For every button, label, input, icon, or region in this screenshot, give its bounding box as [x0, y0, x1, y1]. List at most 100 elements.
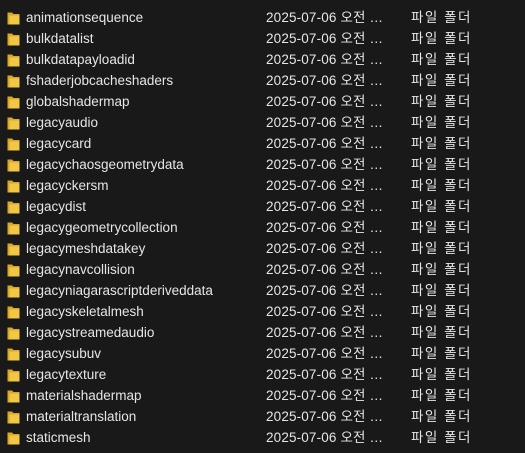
list-item[interactable]: bulkdatapayloadid 2025-07-06 오전 … 파일 폴더 [0, 49, 525, 70]
date-modified: 2025-07-06 오전 … [266, 136, 384, 151]
date-modified: 2025-07-06 오전 … [266, 283, 384, 298]
date-modified: 2025-07-06 오전 … [266, 94, 384, 109]
file-name: legacytexture [26, 367, 107, 382]
folder-icon [7, 96, 20, 109]
file-type: 파일 폴더 [411, 94, 472, 109]
file-name: legacychaosgeometrydata [26, 157, 184, 172]
date-modified: 2025-07-06 오전 … [266, 388, 384, 403]
folder-icon [7, 222, 20, 235]
list-item[interactable]: legacymeshdatakey 2025-07-06 오전 … 파일 폴더 [0, 238, 525, 259]
list-item[interactable]: bulkdatalist 2025-07-06 오전 … 파일 폴더 [0, 28, 525, 49]
file-name: legacygeometrycollection [26, 220, 178, 235]
list-item[interactable]: animationsequence 2025-07-06 오전 … 파일 폴더 [0, 7, 525, 28]
file-name: legacyaudio [26, 115, 99, 130]
file-type: 파일 폴더 [411, 31, 472, 46]
date-modified: 2025-07-06 오전 … [266, 220, 384, 235]
folder-icon [7, 306, 20, 319]
list-item[interactable]: globalshadermap 2025-07-06 오전 … 파일 폴더 [0, 91, 525, 112]
list-item[interactable]: legacycard 2025-07-06 오전 … 파일 폴더 [0, 133, 525, 154]
file-name: legacymeshdatakey [26, 241, 146, 256]
folder-icon [7, 411, 20, 424]
file-name: legacynavcollision [26, 262, 135, 277]
file-name: materialtranslation [26, 409, 137, 424]
list-item[interactable]: legacynavcollision 2025-07-06 오전 … 파일 폴더 [0, 259, 525, 280]
folder-icon [7, 180, 20, 193]
date-modified: 2025-07-06 오전 … [266, 31, 384, 46]
file-type: 파일 폴더 [411, 157, 472, 172]
date-modified: 2025-07-06 오전 … [266, 409, 384, 424]
date-modified: 2025-07-06 오전 … [266, 157, 384, 172]
file-name: legacystreamedaudio [26, 325, 155, 340]
date-modified: 2025-07-06 오전 … [266, 346, 384, 361]
folder-icon [7, 201, 20, 214]
folder-icon [7, 54, 20, 67]
file-type: 파일 폴더 [411, 304, 472, 319]
file-type: 파일 폴더 [411, 199, 472, 214]
date-modified: 2025-07-06 오전 … [266, 367, 384, 382]
file-name: staticmesh [26, 430, 91, 445]
file-list: animationsequence 2025-07-06 오전 … 파일 폴더 … [0, 7, 525, 448]
list-item[interactable]: legacyaudio 2025-07-06 오전 … 파일 폴더 [0, 112, 525, 133]
folder-icon [7, 12, 20, 25]
file-name: legacycard [26, 136, 92, 151]
file-type: 파일 폴더 [411, 367, 472, 382]
date-modified: 2025-07-06 오전 … [266, 10, 384, 25]
list-item[interactable]: legacydist 2025-07-06 오전 … 파일 폴더 [0, 196, 525, 217]
date-modified: 2025-07-06 오전 … [266, 304, 384, 319]
list-item[interactable]: materialshadermap 2025-07-06 오전 … 파일 폴더 [0, 385, 525, 406]
list-item[interactable]: legacychaosgeometrydata 2025-07-06 오전 … … [0, 154, 525, 175]
file-type: 파일 폴더 [411, 262, 472, 277]
date-modified: 2025-07-06 오전 … [266, 115, 384, 130]
list-item[interactable]: fshaderjobcacheshaders 2025-07-06 오전 … 파… [0, 70, 525, 91]
folder-icon [7, 432, 20, 445]
list-item[interactable]: legacysubuv 2025-07-06 오전 … 파일 폴더 [0, 343, 525, 364]
file-type: 파일 폴더 [411, 178, 472, 193]
file-name: animationsequence [26, 10, 144, 25]
file-type: 파일 폴더 [411, 283, 472, 298]
file-name: legacysubuv [26, 346, 102, 361]
folder-icon [7, 327, 20, 340]
file-type: 파일 폴더 [411, 409, 472, 424]
date-modified: 2025-07-06 오전 … [266, 73, 384, 88]
date-modified: 2025-07-06 오전 … [266, 430, 384, 445]
file-type: 파일 폴더 [411, 73, 472, 88]
file-name: materialshadermap [26, 388, 142, 403]
list-item[interactable]: legacyckersm 2025-07-06 오전 … 파일 폴더 [0, 175, 525, 196]
file-type: 파일 폴더 [411, 346, 472, 361]
date-modified: 2025-07-06 오전 … [266, 241, 384, 256]
file-type: 파일 폴더 [411, 52, 472, 67]
file-name: globalshadermap [26, 94, 130, 109]
file-type: 파일 폴더 [411, 10, 472, 25]
file-type: 파일 폴더 [411, 115, 472, 130]
file-name: bulkdatalist [26, 31, 94, 46]
folder-icon [7, 159, 20, 172]
file-type: 파일 폴더 [411, 388, 472, 403]
list-item[interactable]: legacystreamedaudio 2025-07-06 오전 … 파일 폴… [0, 322, 525, 343]
list-item[interactable]: legacyskeletalmesh 2025-07-06 오전 … 파일 폴더 [0, 301, 525, 322]
date-modified: 2025-07-06 오전 … [266, 199, 384, 214]
list-item[interactable]: legacygeometrycollection 2025-07-06 오전 …… [0, 217, 525, 238]
folder-icon [7, 117, 20, 130]
list-item[interactable]: legacytexture 2025-07-06 오전 … 파일 폴더 [0, 364, 525, 385]
file-type: 파일 폴더 [411, 136, 472, 151]
folder-icon [7, 285, 20, 298]
file-name: legacyckersm [26, 178, 109, 193]
folder-icon [7, 75, 20, 88]
folder-icon [7, 33, 20, 46]
list-item[interactable]: legacyniagarascriptderiveddata 2025-07-0… [0, 280, 525, 301]
folder-icon [7, 369, 20, 382]
file-type: 파일 폴더 [411, 220, 472, 235]
file-type: 파일 폴더 [411, 325, 472, 340]
list-item[interactable]: staticmesh 2025-07-06 오전 … 파일 폴더 [0, 427, 525, 448]
date-modified: 2025-07-06 오전 … [266, 178, 384, 193]
list-item[interactable]: materialtranslation 2025-07-06 오전 … 파일 폴… [0, 406, 525, 427]
file-type: 파일 폴더 [411, 241, 472, 256]
file-name: fshaderjobcacheshaders [26, 73, 174, 88]
date-modified: 2025-07-06 오전 … [266, 262, 384, 277]
date-modified: 2025-07-06 오전 … [266, 325, 384, 340]
file-name: legacyniagarascriptderiveddata [26, 283, 213, 298]
folder-icon [7, 264, 20, 277]
folder-icon [7, 390, 20, 403]
folder-icon [7, 138, 20, 151]
folder-icon [7, 243, 20, 256]
